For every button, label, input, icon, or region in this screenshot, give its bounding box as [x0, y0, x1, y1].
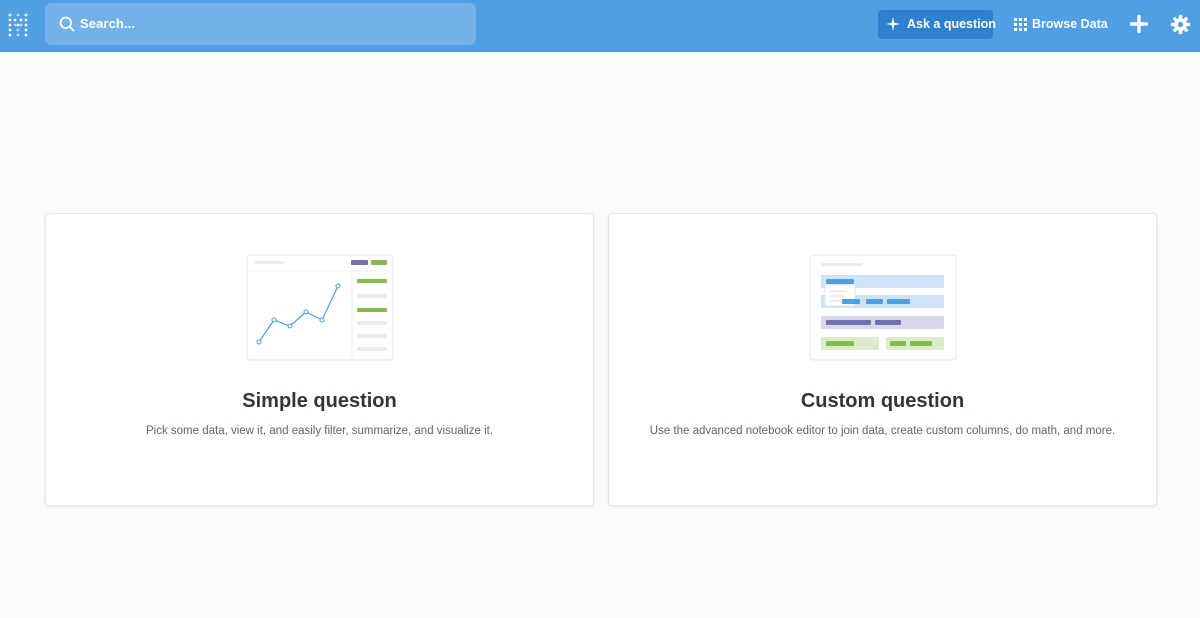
ask-question-button[interactable]: Ask a question: [878, 10, 996, 39]
gear-icon[interactable]: [1170, 14, 1191, 35]
ask-question-label: Ask a question: [907, 17, 996, 31]
search-bar[interactable]: Search...: [45, 3, 476, 45]
card-description: Pick some data, view it, and easily filt…: [145, 425, 494, 437]
card-title: Custom question: [800, 390, 965, 412]
plus-icon[interactable]: [1129, 14, 1149, 34]
grid-icon: [1014, 18, 1027, 31]
search-icon: [59, 16, 75, 32]
sparkle-icon: [886, 17, 900, 31]
simple-question-card[interactable]: Simple question Pick some data, view it,…: [45, 213, 594, 506]
card-title: Simple question: [242, 390, 397, 412]
search-input[interactable]: Search...: [80, 16, 135, 31]
custom-question-card[interactable]: Custom question Use the advanced noteboo…: [608, 213, 1157, 506]
browse-data-label: Browse Data: [1032, 17, 1108, 31]
card-description: Use the advanced notebook editor to join…: [649, 425, 1116, 437]
simple-question-illustration: [246, 254, 394, 361]
browse-data-button[interactable]: Browse Data: [1010, 10, 1108, 39]
custom-question-illustration: [809, 254, 957, 361]
top-navigation-bar: Search... Ask a question Browse Data: [0, 0, 1200, 52]
logo-icon[interactable]: [7, 12, 29, 38]
